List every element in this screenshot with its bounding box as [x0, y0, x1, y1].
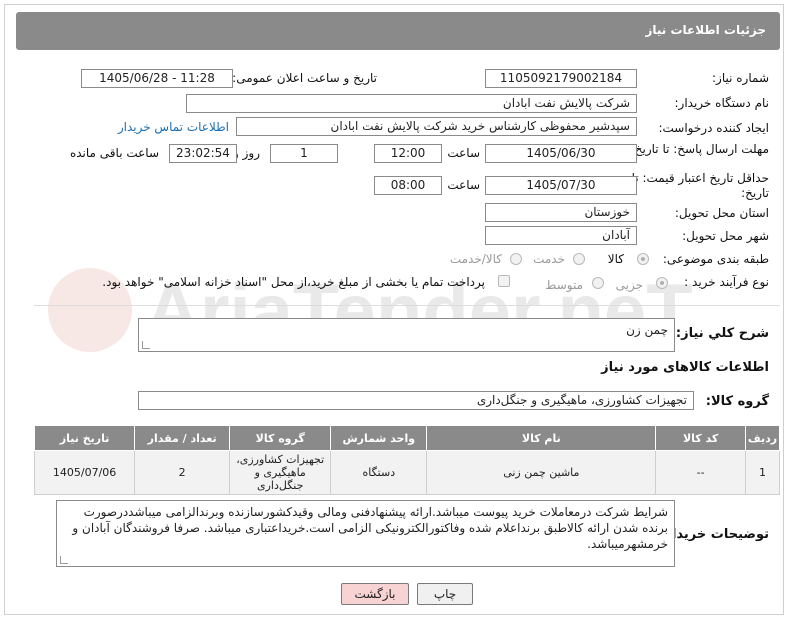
- price-validity-label: حداقل تاریخ اعتبار قیمت: تا تاریخ:: [631, 171, 769, 200]
- price-date-field: 1405/07/30: [485, 176, 637, 195]
- buyer-notes-label: توضیحات خریدار:: [659, 527, 769, 542]
- cell-date: 1405/07/06: [33, 450, 136, 495]
- category-both-radio[interactable]: [510, 253, 522, 265]
- col-header-date: تاریخ نیاز: [33, 425, 136, 451]
- col-header-name: نام کالا: [426, 425, 657, 451]
- days-field: 1: [270, 144, 338, 163]
- payment-note: پرداخت تمام یا بخشی از مبلغ خرید،از محل …: [102, 275, 485, 289]
- treasury-payment-checkbox[interactable]: [498, 275, 510, 287]
- announce-field: 1405/06/28 - 11:28: [81, 69, 233, 88]
- deadline-time-label: ساعت: [447, 146, 480, 160]
- goods-section-title: اطلاعات کالاهای مورد نیاز: [601, 360, 769, 375]
- cell-qty: 2: [134, 450, 231, 495]
- description-text: چمن زن: [626, 323, 668, 337]
- category-label: طبقه بندی موضوعی:: [662, 252, 769, 266]
- page-title: جزئیات اطلاعات نیاز: [645, 23, 766, 37]
- deadline-time-field: 12:00: [374, 144, 442, 163]
- cell-name: ماشین چمن زنی: [426, 450, 657, 495]
- buyer-field: شرکت پالایش نفت ابادان: [186, 94, 637, 113]
- deadline-label: مهلت ارسال پاسخ: تا تاریخ:: [630, 142, 769, 156]
- print-button[interactable]: چاپ: [417, 583, 473, 605]
- category-both-label: کالا/خدمت: [449, 252, 502, 266]
- col-header-code: کد کالا: [655, 425, 746, 451]
- contact-buyer-link[interactable]: اطلاعات تماس خریدار: [118, 120, 229, 134]
- remaining-label: ساعت باقی مانده: [69, 146, 159, 160]
- creator-field: سپدشیر محفوظی کارشناس خرید شرکت پالایش ن…: [236, 117, 637, 136]
- province-label: استان محل تحویل:: [674, 206, 769, 220]
- cell-unit: دستگاه: [330, 450, 428, 495]
- cell-group: تجهیزات کشاورزی، ماهیگیری و جنگل‌داری: [229, 450, 332, 495]
- category-service-label: خدمت: [533, 252, 565, 266]
- city-field: آبادان: [485, 226, 637, 245]
- announce-label: تاریخ و ساعت اعلان عمومی:: [232, 71, 377, 85]
- col-header-row: ردیف: [744, 425, 781, 451]
- buyer-notes-field: شرایط شرکت درمعاملات خرید پیوست میباشد.ا…: [56, 500, 675, 567]
- resize-handle-icon[interactable]: [142, 341, 150, 349]
- need-number-field: 1105092179002184: [485, 69, 637, 88]
- buyer-label: نام دستگاه خریدار:: [674, 96, 770, 110]
- cell-code: --: [655, 450, 746, 495]
- remaining-time-field: 23:02:54: [169, 144, 237, 163]
- header-bar: جزئیات اطلاعات نیاز: [16, 12, 780, 50]
- need-number-label: شماره نیاز:: [712, 71, 769, 85]
- col-header-group: گروه کالا: [229, 425, 332, 451]
- col-header-unit: واحد شمارش: [330, 425, 428, 451]
- goods-group-field: تجهیزات کشاورزی، ماهیگیری و جنگل‌داری: [138, 391, 694, 410]
- category-goods-radio[interactable]: [637, 253, 649, 265]
- description-field: چمن زن: [138, 318, 675, 352]
- table-row: 1 -- ماشین چمن زنی دستگاه تجهیزات کشاورز…: [33, 450, 781, 495]
- process-label: نوع فرآیند خرید :: [684, 275, 769, 289]
- creator-label: ایجاد کننده درخواست:: [658, 121, 769, 135]
- category-goods-label: کالا: [607, 252, 624, 266]
- days-label: روز و: [233, 146, 260, 160]
- resize-handle-icon[interactable]: [60, 556, 68, 564]
- process-partial-label: جزیی: [615, 278, 643, 292]
- col-header-qty: تعداد / مقدار: [134, 425, 231, 451]
- goods-table: ردیف کد کالا نام کالا واحد شمارش گروه کا…: [33, 425, 781, 495]
- process-medium-label: متوسط: [545, 278, 583, 292]
- city-label: شهر محل تحویل:: [682, 229, 769, 243]
- deadline-date-field: 1405/06/30: [485, 144, 637, 163]
- goods-group-label: گروه کالا:: [705, 394, 769, 409]
- description-label: شرح کلي نياز:: [675, 326, 769, 341]
- province-field: خوزستان: [485, 203, 637, 222]
- process-medium-radio[interactable]: [592, 277, 604, 289]
- back-button[interactable]: بازگشت: [341, 583, 409, 605]
- price-time-field: 08:00: [374, 176, 442, 195]
- buyer-notes-text: شرایط شرکت درمعاملات خرید پیوست میباشد.ا…: [72, 505, 668, 551]
- page-frame: جزئیات اطلاعات نیاز AriaTender.neT شماره…: [4, 4, 784, 615]
- cell-row: 1: [744, 450, 781, 495]
- section-divider: [34, 305, 780, 306]
- price-time-label: ساعت: [447, 178, 480, 192]
- process-partial-radio[interactable]: [656, 277, 668, 289]
- category-service-radio[interactable]: [573, 253, 585, 265]
